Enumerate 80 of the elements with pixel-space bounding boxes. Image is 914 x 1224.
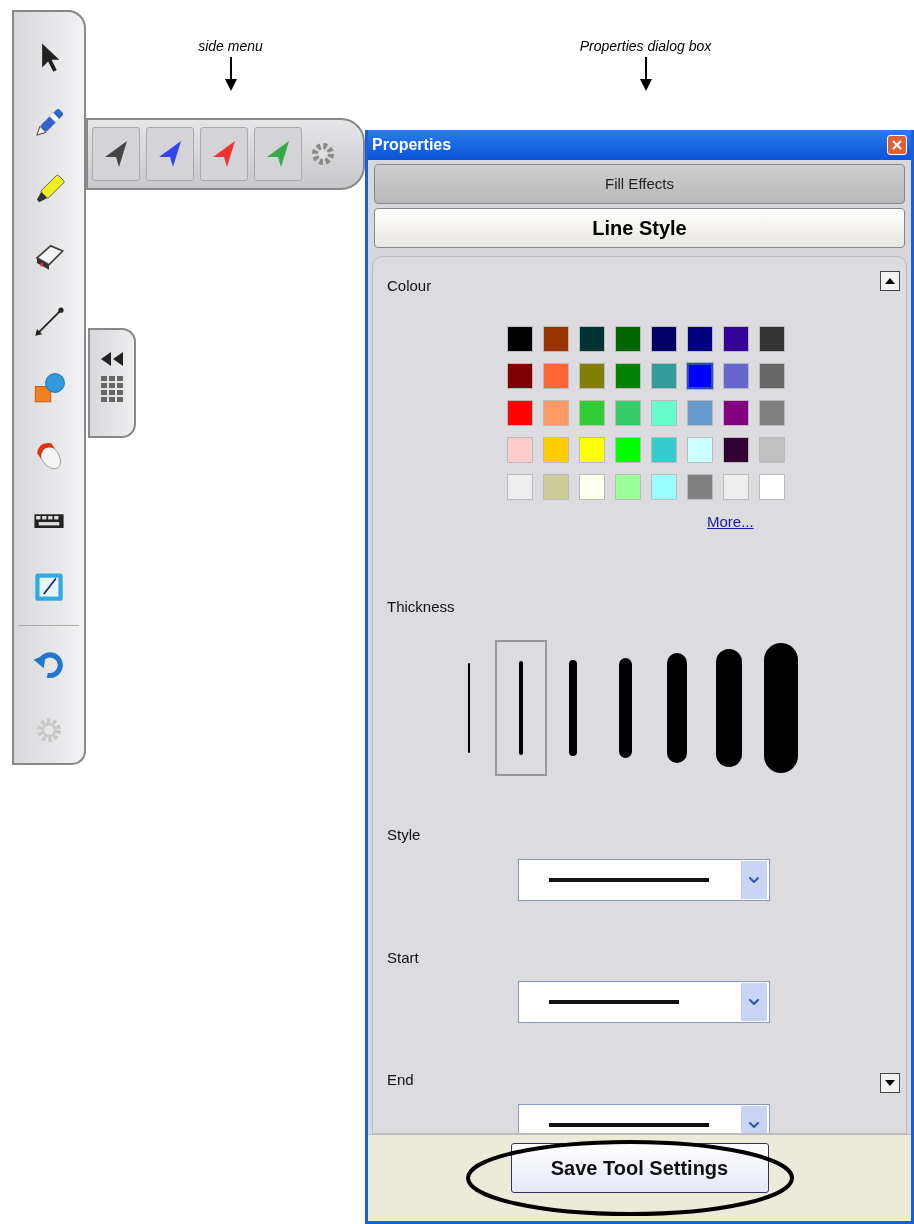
colour-swatch[interactable] [507, 325, 533, 352]
colour-swatch[interactable] [543, 436, 569, 463]
colour-swatch[interactable] [723, 362, 749, 389]
colour-swatch[interactable] [507, 473, 533, 500]
colour-swatch[interactable] [579, 325, 605, 352]
annotation-arrow [638, 57, 653, 91]
colour-swatch[interactable] [687, 473, 713, 500]
colour-swatch[interactable] [687, 362, 713, 389]
pen-button[interactable] [146, 127, 194, 181]
colour-swatch[interactable] [723, 325, 749, 352]
colour-swatch[interactable] [651, 399, 677, 426]
line-dropdown[interactable] [518, 1103, 770, 1133]
colour-swatch[interactable] [579, 399, 605, 426]
colour-swatch[interactable] [651, 362, 677, 389]
double-left-arrow-icon [101, 352, 123, 366]
line-preview-icon [549, 1122, 709, 1127]
settings-icon[interactable] [310, 141, 336, 167]
line-dropdown[interactable] [518, 981, 770, 1023]
colour-swatch[interactable] [615, 325, 641, 352]
section-label: Style [387, 825, 421, 845]
line-thickness-icon [618, 658, 632, 758]
colour-swatch[interactable] [651, 473, 677, 500]
colour-swatch[interactable] [543, 362, 569, 389]
line-thickness-icon [569, 660, 577, 756]
tab[interactable]: Line Style [374, 208, 905, 248]
caret-down-icon [885, 1080, 895, 1086]
tab[interactable]: Fill Effects [374, 164, 905, 204]
window-title: Properties [372, 135, 452, 155]
colour-swatch[interactable] [543, 399, 569, 426]
colour-swatch[interactable] [579, 473, 605, 500]
annotation-label: Properties dialog box [579, 37, 712, 56]
section-label: Colour [387, 276, 432, 296]
colour-swatch[interactable] [687, 436, 713, 463]
line-thickness-icon [716, 649, 742, 767]
colour-swatch[interactable] [543, 325, 569, 352]
section-label: Thickness [387, 596, 455, 617]
more-link[interactable]: More... [707, 512, 754, 530]
pen-button[interactable] [92, 127, 140, 181]
line-thickness-icon [519, 661, 523, 755]
scroll-up-button[interactable] [880, 271, 900, 291]
keypad-icon [101, 376, 123, 402]
annotation-label: side menu [198, 37, 263, 56]
colour-swatch[interactable] [759, 399, 785, 426]
line-dropdown[interactable] [518, 858, 770, 901]
pen-button[interactable] [200, 127, 248, 181]
colour-swatch[interactable] [615, 473, 641, 500]
line-thickness-icon [667, 653, 687, 763]
colour-swatch[interactable] [507, 399, 533, 426]
colour-swatch[interactable] [687, 325, 713, 352]
colour-swatch[interactable] [579, 436, 605, 463]
colour-swatch[interactable] [759, 436, 785, 463]
section-label: End [387, 1070, 414, 1090]
colour-swatch[interactable] [615, 399, 641, 426]
line-thickness-icon [468, 663, 470, 753]
colour-swatch[interactable] [687, 399, 713, 426]
colour-swatch[interactable] [759, 362, 785, 389]
collapse-tab[interactable] [88, 328, 136, 438]
line-thickness-icon [764, 643, 798, 773]
line-preview-icon [549, 877, 709, 882]
close-button[interactable] [887, 135, 907, 155]
colour-swatch[interactable] [723, 399, 749, 426]
section-label: Start [387, 947, 419, 968]
close-icon [892, 140, 902, 150]
caret-up-icon [885, 278, 895, 284]
colour-swatch[interactable] [759, 473, 785, 500]
thickness-option[interactable] [495, 640, 547, 776]
colour-swatch[interactable] [615, 362, 641, 389]
colour-swatch[interactable] [759, 325, 785, 352]
colour-swatch[interactable] [615, 436, 641, 463]
colour-swatch[interactable] [651, 436, 677, 463]
scroll-down-button[interactable] [880, 1073, 900, 1093]
colour-swatch[interactable] [507, 362, 533, 389]
colour-swatch[interactable] [507, 436, 533, 463]
save-button[interactable]: Save Tool Settings [510, 1143, 769, 1193]
colour-swatch[interactable] [543, 473, 569, 500]
colour-swatch[interactable] [579, 362, 605, 389]
colour-swatch[interactable] [723, 436, 749, 463]
colour-swatch[interactable] [723, 473, 749, 500]
annotation-arrow [223, 57, 238, 91]
colour-swatch[interactable] [651, 325, 677, 352]
